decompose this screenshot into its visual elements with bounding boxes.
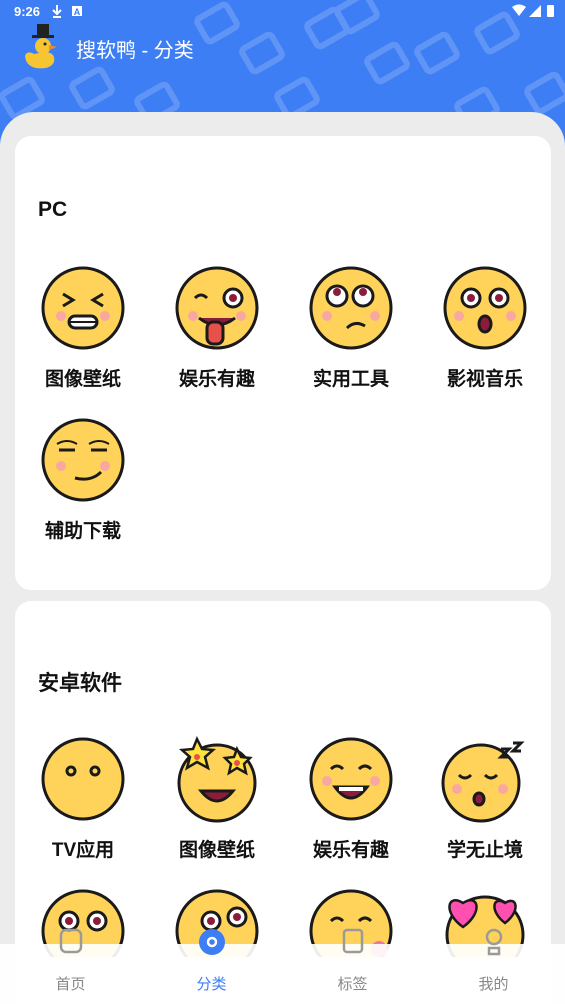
nav-label: 我的 (478, 976, 509, 993)
nav-item-home[interactable]: 首页 (0, 928, 141, 1004)
svg-text:A: A (74, 7, 81, 17)
download-icon: A (52, 5, 82, 18)
category-label: 影视音乐 (446, 369, 523, 390)
category-item[interactable]: 图像壁纸 (23, 264, 143, 391)
home-icon (59, 928, 83, 954)
system-status-icons (512, 4, 554, 17)
status-time: 9:26 (14, 4, 41, 19)
category-label: 娱乐有趣 (312, 840, 389, 861)
category-item[interactable]: 学无止境 (425, 735, 545, 862)
star-eyes-face-icon (177, 735, 257, 823)
category-label: 实用工具 (312, 369, 389, 390)
eye-roll-face-icon (309, 266, 393, 350)
category-label: 娱乐有趣 (178, 369, 255, 390)
grinning-face-icon (309, 737, 393, 821)
category-item[interactable]: 实用工具 (291, 264, 411, 391)
tag-icon (342, 928, 364, 954)
category-item[interactable]: TV应用 (23, 735, 143, 862)
status-bar: 9:26 A (0, 0, 565, 24)
blank-face-icon (41, 737, 125, 821)
category-label: 学无止境 (446, 840, 523, 861)
category-label: 图像壁纸 (44, 369, 121, 390)
page-title: 搜软鸭 - 分类 (76, 40, 194, 62)
bottom-nav: 首页 分类 标签 我的 (0, 928, 565, 1004)
category-item[interactable]: 影视音乐 (425, 264, 545, 391)
duck-logo-icon (25, 24, 57, 69)
smirk-face-icon (41, 418, 125, 502)
squinting-face-icon (41, 266, 125, 350)
category-item[interactable]: 辅助下载 (23, 416, 143, 543)
profile-icon (485, 928, 503, 956)
section-title: PC (38, 198, 68, 221)
content-sheet: PC 图像壁纸 娱乐有趣 实用工具 影视音乐 辅助下载 安卓软件 TV应用 图像… (0, 112, 565, 1004)
nav-item-tags[interactable]: 标签 (282, 928, 423, 1004)
section-title: 安卓软件 (38, 672, 122, 695)
category-label: 图像壁纸 (178, 840, 255, 861)
nav-item-profile[interactable]: 我的 (423, 928, 564, 1004)
app-bar: 搜软鸭 - 分类 (0, 24, 565, 70)
surprised-face-icon (443, 266, 527, 350)
nav-label: 标签 (337, 976, 368, 993)
category-item[interactable]: 图像壁纸 (157, 735, 277, 862)
tongue-wink-face-icon (175, 266, 259, 350)
category-item[interactable]: 娱乐有趣 (157, 264, 277, 391)
section-card-pc: PC 图像壁纸 娱乐有趣 实用工具 影视音乐 辅助下载 (15, 136, 551, 590)
category-icon (199, 929, 225, 955)
category-label: 辅助下载 (44, 521, 121, 542)
nav-label: 分类 (196, 976, 227, 993)
category-item[interactable]: 娱乐有趣 (291, 735, 411, 862)
sleeping-face-icon (441, 741, 525, 823)
nav-label: 首页 (55, 976, 86, 993)
category-label: TV应用 (51, 840, 115, 861)
nav-item-category[interactable]: 分类 (141, 929, 282, 1004)
